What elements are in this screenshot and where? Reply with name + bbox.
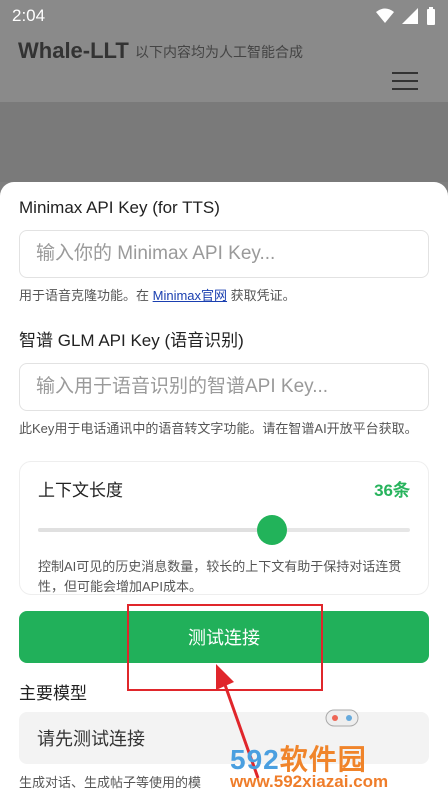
glm-key-field-wrapper: [19, 363, 429, 411]
watermark-logo: 592软件园 www.592xiazai.com: [222, 700, 448, 796]
watermark-brand-text: 软件园: [279, 744, 367, 775]
app-bar: Whale-LLT 以下内容均为人工智能合成: [0, 32, 448, 102]
status-bar: 2:04: [0, 0, 448, 32]
slider-thumb[interactable]: [257, 515, 288, 545]
menu-icon[interactable]: [392, 72, 418, 92]
minimax-key-input[interactable]: [34, 242, 414, 266]
context-length-card: 上下文长度 36条 控制AI可见的历史消息数量，较长的上下文有助于保持对话连贯性…: [19, 461, 429, 595]
glm-key-hint: 此Key用于电话通讯中的语音转文字功能。请在智谱AI开放平台获取。: [19, 421, 418, 436]
context-length-hint: 控制AI可见的历史消息数量，较长的上下文有助于保持对话连贯性，但可能会增加API…: [38, 559, 402, 594]
glm-key-input[interactable]: [34, 375, 414, 399]
app-title: Whale-LLT: [18, 38, 129, 63]
minimax-site-link[interactable]: Minimax官网: [153, 288, 227, 303]
context-length-value: 36条: [374, 481, 410, 500]
context-length-title: 上下文长度: [38, 481, 123, 500]
minimax-hint-text-end: 获取凭证。: [227, 288, 296, 303]
minimax-key-hint: 用于语音克隆功能。在 Minimax官网 获取凭证。: [19, 286, 429, 306]
slider-fill: [38, 528, 273, 532]
context-length-slider[interactable]: [38, 515, 410, 545]
app-subtitle: 以下内容均为人工智能合成: [135, 44, 303, 60]
wifi-icon: [376, 8, 394, 23]
watermark-brand-num: 592: [230, 744, 280, 775]
glm-key-label: 智谱 GLM API Key (语音识别): [19, 331, 244, 350]
battery-icon: [427, 7, 435, 25]
gamepad-icon: [325, 709, 359, 727]
status-time: 2:04: [12, 6, 46, 25]
watermark-url: www.592xiazai.com: [230, 772, 389, 791]
signal-icon: [402, 8, 418, 24]
minimax-key-label: Minimax API Key (for TTS): [19, 198, 220, 217]
status-icons: [376, 7, 436, 25]
minimax-hint-text: 用于语音克隆功能。在: [19, 288, 153, 303]
minimax-key-field-wrapper: [19, 230, 429, 278]
scrim[interactable]: [0, 102, 448, 182]
